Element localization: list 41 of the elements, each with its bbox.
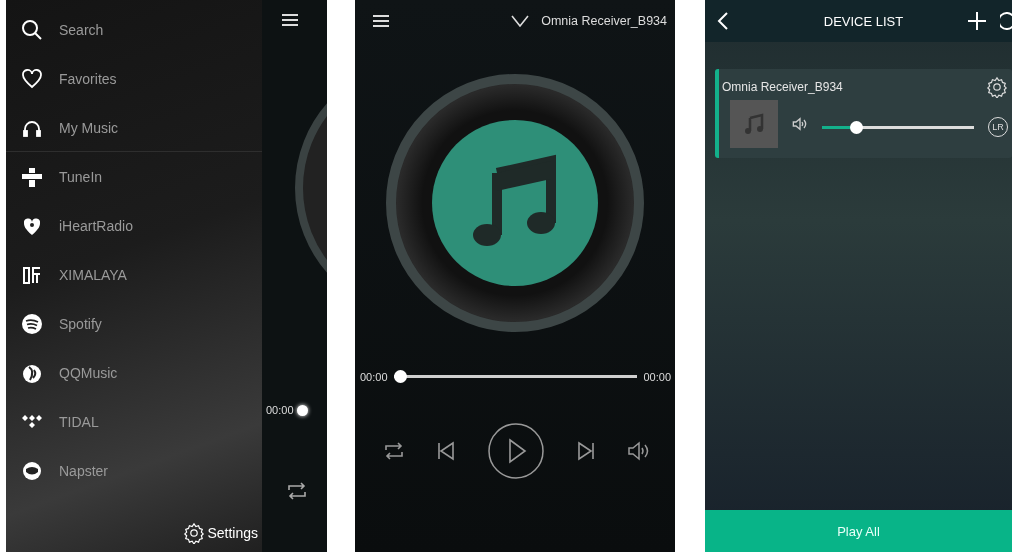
menu-item[interactable]: XIMALAYA <box>59 266 127 283</box>
volume-icon[interactable] <box>792 117 808 131</box>
service-logo-icon <box>21 459 43 482</box>
plus-icon[interactable] <box>968 12 986 30</box>
device-card[interactable]: Omnia Receiver_B934 LR <box>715 69 1012 158</box>
slider-thumb[interactable] <box>296 404 308 416</box>
menu-item[interactable]: QQMusic <box>59 364 118 381</box>
menu-item[interactable]: Napster <box>59 462 109 479</box>
back-icon[interactable] <box>717 11 729 31</box>
elapsed-time: 00:00 <box>360 370 388 383</box>
menu-icon[interactable] <box>282 14 298 26</box>
menu-item[interactable]: TIDAL <box>59 413 99 430</box>
menu-item[interactable]: Search <box>59 21 104 38</box>
menu-item[interactable]: My Music <box>59 119 119 136</box>
menu-item[interactable]: iHeartRadio <box>59 217 133 234</box>
menu-item[interactable]: Favorites <box>59 70 117 87</box>
search-icon <box>21 18 43 41</box>
next-icon[interactable] <box>575 441 596 461</box>
heart-icon <box>21 67 43 90</box>
settings-button[interactable]: Settings <box>183 522 258 544</box>
menu-item[interactable]: TuneIn <box>59 168 103 185</box>
settings-icon[interactable] <box>986 76 1008 98</box>
total-time: 00:00 <box>643 370 671 383</box>
chevron-down-icon[interactable] <box>511 15 530 27</box>
play-icon[interactable] <box>488 423 544 479</box>
service-logo-icon <box>21 312 43 335</box>
slider-thumb[interactable] <box>849 120 863 134</box>
menu-item[interactable]: Spotify <box>59 315 102 332</box>
music-note-icon <box>743 113 765 135</box>
slider-thumb[interactable] <box>393 370 407 383</box>
settings-icon <box>183 522 206 544</box>
service-logo-icon <box>21 165 43 188</box>
menu-icon[interactable] <box>373 15 389 27</box>
device-name: Omnia Receiver_B934 <box>722 80 843 94</box>
repeat-icon[interactable] <box>382 441 405 461</box>
refresh-icon[interactable] <box>1000 12 1012 30</box>
previous-icon[interactable] <box>436 441 457 461</box>
screen-title: DEVICE LIST <box>822 13 905 29</box>
elapsed-time: 00:00 <box>266 404 294 416</box>
device-name[interactable]: Omnia Receiver_B934 <box>541 14 667 28</box>
repeat-icon[interactable] <box>286 481 308 501</box>
